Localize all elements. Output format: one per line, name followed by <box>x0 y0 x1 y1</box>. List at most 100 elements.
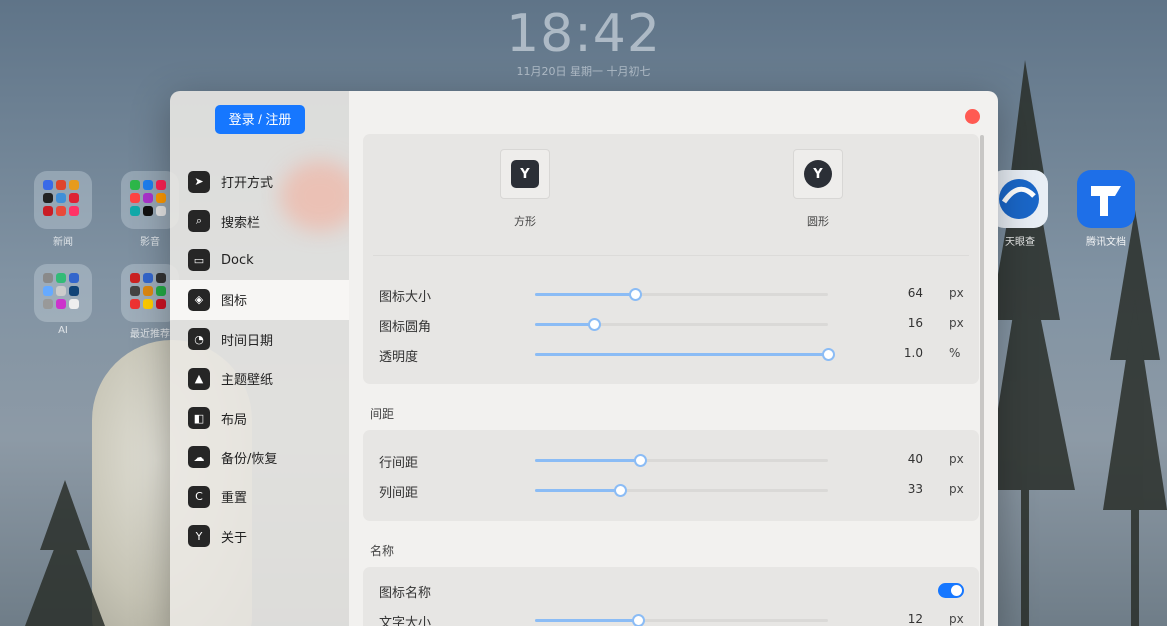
sidebar-item-label: 搜索栏 <box>221 215 261 231</box>
cube-icon: ◈ <box>188 288 210 311</box>
sidebar-item-label: Dock <box>221 252 254 268</box>
toggle-label: 图标名称 <box>379 586 432 601</box>
slider-label: 列间距 <box>379 486 419 501</box>
tencent-docs-icon[interactable] <box>1077 170 1135 228</box>
cloud-icon: ☁ <box>188 446 210 469</box>
slider-value: 64 <box>907 286 923 300</box>
settings-menu: ➤ 打开方式 ⌕ 搜索栏 ▭ Dock ◈ 图标 ◔ 时间日期 ▲ 主题壁纸 ◧… <box>170 162 349 556</box>
slider-row: 行间距 40 px <box>363 445 979 475</box>
font-size-slider[interactable] <box>535 614 828 626</box>
slider-value: 12 <box>907 612 923 626</box>
shape-preview: Y <box>793 149 843 199</box>
sidebar-item-label: 布局 <box>221 412 248 428</box>
row-spacing-slider[interactable] <box>535 454 828 467</box>
logo-icon: Y <box>188 525 210 548</box>
dock-icon: ▭ <box>188 249 210 272</box>
sidebar-item-label: 备份/恢复 <box>221 451 278 467</box>
reset-icon: C <box>188 485 210 508</box>
settings-window: 登录 / 注册 ➤ 打开方式 ⌕ 搜索栏 ▭ Dock ◈ 图标 ◔ 时间日期 <box>170 91 998 626</box>
icon-radius-slider[interactable] <box>535 318 828 331</box>
slider-label: 透明度 <box>379 350 419 365</box>
icon-settings-card: Y 方形 Y 圆形 图标大小 64 px 图标圆角 16 px 透明度 1.0 … <box>363 134 979 384</box>
folder-label: 新闻 <box>53 237 73 248</box>
sidebar-item-icons[interactable]: ◈ 图标 <box>170 280 349 320</box>
slider-unit: px <box>949 452 964 466</box>
slider-thumb[interactable] <box>587 318 601 331</box>
slider-row: 透明度 1.0 % <box>363 339 979 369</box>
sidebar-item-label: 时间日期 <box>221 333 274 349</box>
slider-value: 33 <box>907 482 923 496</box>
sidebar-item-layout[interactable]: ◧ 布局 <box>170 398 349 437</box>
slider-label: 文字大小 <box>379 616 432 626</box>
slider-value: 40 <box>907 452 923 466</box>
sidebar-item-search-bar[interactable]: ⌕ 搜索栏 <box>170 201 349 240</box>
app-logo-icon: Y <box>804 160 832 188</box>
login-register-button[interactable]: 登录 / 注册 <box>215 105 305 134</box>
slider-label: 图标圆角 <box>379 320 432 335</box>
slider-label: 行间距 <box>379 456 419 471</box>
sidebar-item-dock[interactable]: ▭ Dock <box>170 241 349 280</box>
slider-thumb[interactable] <box>822 348 835 361</box>
slider-thumb[interactable] <box>628 288 642 301</box>
search-icon: ⌕ <box>188 210 210 233</box>
tianyancha-icon[interactable] <box>990 170 1048 228</box>
folder-ai[interactable] <box>34 264 92 322</box>
sidebar-item-about[interactable]: Y 关于 <box>170 517 349 556</box>
slider-row: 图标圆角 16 px <box>363 309 979 339</box>
divider <box>373 255 969 256</box>
toggle-row: 图标名称 <box>363 575 979 605</box>
close-button[interactable] <box>965 109 980 124</box>
slider-label: 图标大小 <box>379 290 432 305</box>
shape-label: 方形 <box>514 215 536 228</box>
shape-preview: Y <box>500 149 550 199</box>
sidebar-item-label: 重置 <box>221 491 248 507</box>
sidebar-item-label: 图标 <box>221 294 248 310</box>
slider-unit: px <box>949 612 964 626</box>
section-title-spacing: 间距 <box>370 407 395 421</box>
slider-unit: px <box>949 482 964 496</box>
shape-label: 圆形 <box>807 215 829 228</box>
app-logo-icon: Y <box>511 160 539 188</box>
layout-icon: ◧ <box>188 407 210 430</box>
slider-thumb[interactable] <box>634 454 648 467</box>
paper-plane-icon: ➤ <box>188 170 210 193</box>
column-spacing-slider[interactable] <box>535 484 828 497</box>
scrollbar[interactable] <box>980 135 984 626</box>
folder-label: AI <box>58 325 68 336</box>
slider-value: 16 <box>907 316 923 330</box>
slider-unit: px <box>949 286 964 300</box>
app-label: 腾讯文档 <box>1086 237 1126 248</box>
name-card: 图标名称 文字大小 12 px <box>363 567 979 626</box>
settings-content: Y 方形 Y 圆形 图标大小 64 px 图标圆角 16 px 透明度 1.0 … <box>349 91 998 626</box>
slider-unit: % <box>949 346 961 360</box>
image-icon: ▲ <box>188 367 210 390</box>
slider-row: 图标大小 64 px <box>363 279 979 309</box>
sidebar-item-label: 打开方式 <box>221 176 274 192</box>
slider-row: 列间距 33 px <box>363 475 979 505</box>
opacity-slider[interactable] <box>535 348 835 361</box>
spacing-card: 行间距 40 px 列间距 33 px <box>363 430 979 521</box>
sidebar-item-backup-restore[interactable]: ☁ 备份/恢复 <box>170 438 349 477</box>
folder-news[interactable] <box>34 171 92 229</box>
sidebar-item-reset[interactable]: C 重置 <box>170 477 349 516</box>
clock-icon: ◔ <box>188 328 210 351</box>
slider-unit: px <box>949 316 964 330</box>
icon-name-toggle[interactable] <box>938 583 964 598</box>
wallpaper-tree-left <box>25 480 105 626</box>
slider-value: 1.0 <box>903 346 923 360</box>
sidebar-item-label: 关于 <box>221 530 248 546</box>
slider-thumb[interactable] <box>631 614 645 626</box>
sidebar-item-label: 主题壁纸 <box>221 373 274 389</box>
slider-thumb[interactable] <box>613 484 627 497</box>
desktop-clock: 18:42 <box>506 4 661 64</box>
wallpaper-trees <box>985 60 1167 626</box>
sidebar-item-theme-wallpaper[interactable]: ▲ 主题壁纸 <box>170 359 349 398</box>
settings-sidebar: 登录 / 注册 ➤ 打开方式 ⌕ 搜索栏 ▭ Dock ◈ 图标 ◔ 时间日期 <box>170 91 349 626</box>
sidebar-item-open-mode[interactable]: ➤ 打开方式 <box>170 162 349 201</box>
sidebar-item-time-date[interactable]: ◔ 时间日期 <box>170 320 349 359</box>
section-title-name: 名称 <box>370 544 395 558</box>
shape-option-square[interactable]: Y 方形 <box>465 149 585 229</box>
icon-size-slider[interactable] <box>535 288 828 301</box>
slider-row: 文字大小 12 px <box>363 605 979 626</box>
shape-option-circle[interactable]: Y 圆形 <box>758 149 878 229</box>
